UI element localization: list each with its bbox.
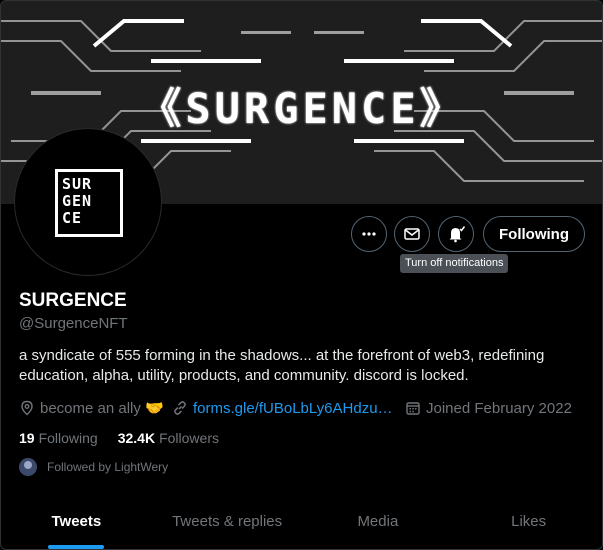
tab-label: Tweets & replies bbox=[172, 513, 283, 530]
banner-logo-text: 《SURGENCE》 bbox=[139, 84, 466, 133]
message-button[interactable] bbox=[394, 216, 430, 252]
followers-label: Followers bbox=[159, 430, 219, 446]
location-text: become an ally 🤝 bbox=[40, 400, 164, 417]
follower-avatar bbox=[19, 458, 37, 476]
active-tab-indicator bbox=[48, 545, 105, 549]
profile-page: 《SURGENCE》 SUR GEN CE Following Turn off n… bbox=[0, 0, 603, 550]
notifications-tooltip: Turn off notifications bbox=[400, 254, 509, 273]
profile-link-text[interactable]: forms.gle/fUBoLbLy6AHdzu… bbox=[193, 400, 393, 417]
more-button[interactable] bbox=[351, 216, 387, 252]
following-count: 19 bbox=[19, 430, 35, 446]
link-icon bbox=[174, 401, 186, 415]
tab-likes[interactable]: Likes bbox=[453, 498, 602, 549]
avatar-logo: SUR GEN CE bbox=[55, 169, 123, 237]
profile-location: become an ally 🤝 bbox=[19, 398, 164, 418]
following-button[interactable]: Following bbox=[483, 216, 585, 252]
followed-by[interactable]: Followed by LightWery bbox=[19, 458, 168, 476]
followed-by-text: Followed by LightWery bbox=[47, 460, 169, 474]
profile-bio: a syndicate of 555 forming in the shadow… bbox=[19, 347, 545, 384]
profile-tabs: Tweets Tweets & replies Media Likes bbox=[1, 498, 602, 549]
envelope-icon bbox=[404, 228, 420, 240]
more-icon bbox=[362, 232, 376, 236]
bell-check-icon bbox=[449, 226, 466, 243]
calendar-icon bbox=[406, 402, 420, 415]
followers-count: 32.4K bbox=[117, 430, 156, 446]
profile-name: SURGENCE bbox=[19, 290, 127, 311]
tab-label: Tweets bbox=[51, 513, 102, 530]
followers-stat[interactable]: 32.4K Followers bbox=[118, 430, 219, 446]
profile-avatar[interactable]: SUR GEN CE bbox=[15, 129, 161, 275]
notifications-button[interactable] bbox=[438, 216, 474, 252]
following-label: Following bbox=[38, 430, 98, 446]
tab-label: Media bbox=[357, 513, 399, 530]
profile-handle: @SurgenceNFT bbox=[19, 315, 128, 332]
location-pin-icon bbox=[21, 400, 33, 416]
tab-media[interactable]: Media bbox=[303, 498, 454, 549]
tab-tweets[interactable]: Tweets bbox=[1, 498, 152, 549]
profile-joined: Joined February 2022 bbox=[405, 398, 572, 418]
tab-label: Likes bbox=[511, 513, 547, 530]
profile-stats: 19 Following 32.4K Followers bbox=[19, 430, 219, 446]
joined-text: Joined February 2022 bbox=[426, 399, 572, 417]
avatar-logo-text: SUR GEN CE bbox=[62, 175, 93, 227]
following-stat[interactable]: 19 Following bbox=[19, 430, 98, 446]
tab-tweets-and-replies[interactable]: Tweets & replies bbox=[152, 498, 303, 549]
profile-link[interactable]: forms.gle/fUBoLbLy6AHdzu… bbox=[172, 398, 393, 418]
